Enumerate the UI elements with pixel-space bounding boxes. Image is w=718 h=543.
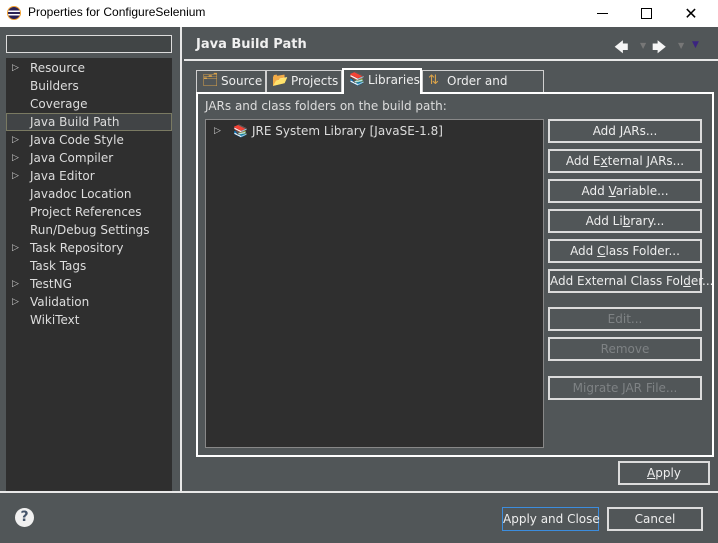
library-icon: 📚: [233, 124, 248, 138]
add-jars-button[interactable]: Add JARs...: [548, 119, 702, 143]
sidebar-item-validation[interactable]: ▷ Validation: [6, 293, 172, 311]
window-titlebar: Properties for ConfigureSelenium ✕: [0, 0, 718, 27]
expand-icon[interactable]: ▷: [12, 131, 19, 149]
expand-icon[interactable]: ▷: [12, 293, 19, 311]
libraries-tree[interactable]: ▷ 📚 JRE System Library [JavaSE-1.8]: [205, 119, 544, 448]
maximize-button[interactable]: [623, 0, 669, 27]
libraries-description: JARs and class folders on the build path…: [205, 99, 447, 113]
tab-order-and-export[interactable]: ⇅ Order and Export: [422, 70, 544, 108]
sidebar-item-label: Validation: [30, 295, 90, 309]
add-class-folder-button[interactable]: Add Class Folder...: [548, 239, 702, 263]
tab-libraries[interactable]: 📚 Libraries: [342, 68, 422, 94]
cancel-button[interactable]: Cancel: [607, 507, 703, 531]
sidebar-item-wikitext[interactable]: WikiText: [6, 311, 172, 329]
sidebar-item-label: Java Editor: [30, 169, 95, 183]
build-path-tabs: 🗂 Source 📂 Projects 📚 Libraries ⇅ Order …: [196, 68, 714, 458]
sidebar-item-coverage[interactable]: Coverage: [6, 95, 172, 113]
back-dropdown-icon[interactable]: ▼: [640, 41, 646, 50]
maximize-icon: [640, 8, 652, 19]
help-icon[interactable]: ?: [15, 508, 34, 527]
forward-dropdown-icon[interactable]: ▼: [678, 41, 684, 50]
sidebar-item-task-repository[interactable]: ▷ Task Repository: [6, 239, 172, 257]
sidebar-item-java-compiler[interactable]: ▷ Java Compiler: [6, 149, 172, 167]
filter-field[interactable]: [6, 35, 172, 53]
close-button[interactable]: ✕: [668, 0, 714, 27]
library-icon: 📚: [349, 72, 366, 87]
add-external-jars-button[interactable]: Add External JARs...: [548, 149, 702, 173]
sidebar-item-label: Java Code Style: [30, 133, 124, 147]
back-arrow-icon[interactable]: 🡄: [614, 37, 628, 61]
expand-icon[interactable]: ▷: [12, 167, 19, 185]
properties-sidebar: ▷ Resource Builders Coverage Java Build Path…: [0, 27, 182, 491]
libraries-panel: JARs and class folders on the build path…: [196, 92, 714, 457]
remove-button[interactable]: Remove: [548, 337, 702, 361]
project-folder-icon: 📂: [272, 73, 289, 88]
source-folder-icon: 🗂: [202, 73, 219, 88]
tab-source[interactable]: 🗂 Source: [196, 70, 266, 92]
sidebar-item-label: Run/Debug Settings: [30, 223, 150, 237]
window-title: Properties for ConfigureSelenium: [28, 5, 206, 19]
expand-icon[interactable]: ▷: [12, 59, 19, 77]
sidebar-item-label: Project References: [30, 205, 142, 219]
order-export-icon: ⇅: [428, 73, 439, 88]
sidebar-item-run-debug-settings[interactable]: Run/Debug Settings: [6, 221, 172, 239]
filter-input[interactable]: [7, 36, 171, 52]
sidebar-item-label: Coverage: [30, 97, 88, 111]
sidebar-item-label: Task Tags: [30, 259, 87, 273]
sidebar-item-label: TestNG: [30, 277, 72, 291]
sidebar-item-label: Resource: [30, 61, 86, 75]
close-icon: ✕: [684, 4, 698, 23]
tab-projects[interactable]: 📂 Projects: [266, 70, 342, 92]
sidebar-item-label: Javadoc Location: [30, 187, 132, 201]
add-library-button[interactable]: Add Library...: [548, 209, 702, 233]
sidebar-item-testng[interactable]: ▷ TestNG: [6, 275, 172, 293]
sidebar-item-java-editor[interactable]: ▷ Java Editor: [6, 167, 172, 185]
eclipse-icon: [7, 6, 21, 20]
add-variable-button[interactable]: Add Variable...: [548, 179, 702, 203]
sidebar-item-task-tags[interactable]: Task Tags: [6, 257, 172, 275]
minimize-button[interactable]: [579, 0, 625, 27]
dialog-button-bar: ? Apply and Close Cancel: [0, 491, 718, 543]
sidebar-item-javadoc-location[interactable]: Javadoc Location: [6, 185, 172, 203]
sidebar-item-java-code-style[interactable]: ▷ Java Code Style: [6, 131, 172, 149]
add-external-class-folder-button[interactable]: Add External Class Folder...: [548, 269, 713, 293]
sidebar-item-label: Task Repository: [30, 241, 124, 255]
property-page-tree: ▷ Resource Builders Coverage Java Build Path…: [6, 58, 172, 491]
page-header: Java Build Path 🡄 ▼ 🡆 ▼ ▼: [184, 27, 718, 61]
forward-arrow-icon[interactable]: 🡆: [652, 37, 666, 61]
expand-icon[interactable]: ▷: [12, 239, 19, 257]
edit-button[interactable]: Edit...: [548, 307, 702, 331]
sidebar-item-label: WikiText: [30, 313, 80, 327]
expand-icon[interactable]: ▷: [12, 149, 19, 167]
view-menu-icon[interactable]: ▼: [692, 40, 699, 50]
sidebar-item-label: Builders: [30, 79, 79, 93]
sidebar-item-label: Java Compiler: [30, 151, 114, 165]
sidebar-item-java-build-path[interactable]: Java Build Path: [6, 113, 172, 131]
sidebar-item-resource[interactable]: ▷ Resource: [6, 59, 172, 77]
sidebar-item-builders[interactable]: Builders: [6, 77, 172, 95]
sidebar-item-label: Java Build Path: [30, 115, 120, 129]
property-page: Java Build Path 🡄 ▼ 🡆 ▼ ▼ 🗂 Source 📂 Pro…: [184, 27, 718, 491]
sidebar-item-project-references[interactable]: Project References: [6, 203, 172, 221]
apply-and-close-button[interactable]: Apply and Close: [502, 507, 600, 531]
apply-button[interactable]: Apply: [618, 461, 710, 485]
minimize-icon: [596, 13, 608, 14]
page-title: Java Build Path: [196, 37, 307, 52]
expand-icon[interactable]: ▷: [12, 275, 19, 293]
expand-icon[interactable]: ▷: [214, 122, 221, 140]
migrate-jar-file-button[interactable]: Migrate JAR File...: [548, 376, 702, 400]
